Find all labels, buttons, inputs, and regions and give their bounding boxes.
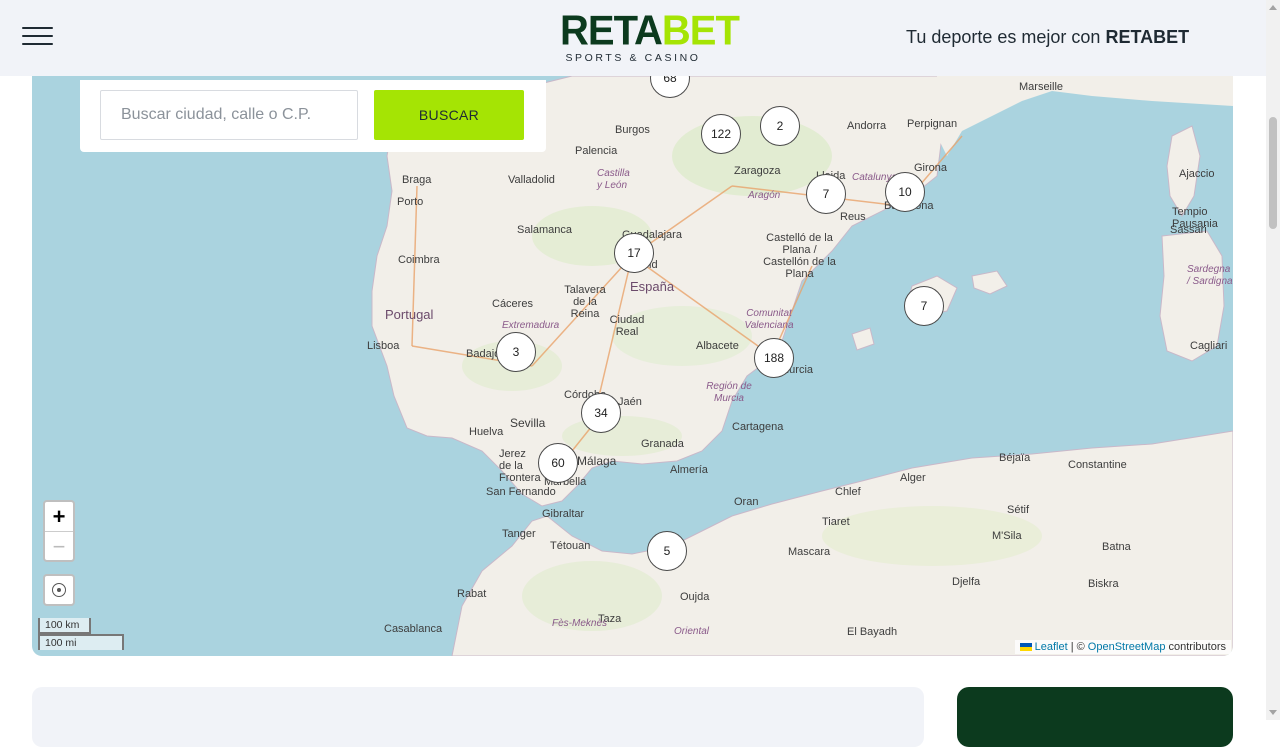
header-tagline: Tu deporte es mejor con RETABET [906,27,1189,48]
tagline-prefix: Tu deporte es mejor con [906,27,1101,47]
search-panel: BUSCAR [80,80,546,152]
cluster-marker[interactable]: 7 [806,174,846,214]
scroll-thumb[interactable] [1269,117,1277,229]
site-header: RETABET SPORTS & CASINO Tu deporte es me… [0,0,1266,76]
scroll-up-icon[interactable] [1269,5,1277,10]
cluster-marker[interactable]: 17 [614,233,654,273]
cluster-marker[interactable]: 34 [581,393,621,433]
leaflet-link[interactable]: Leaflet [1035,641,1068,653]
ukraine-flag-icon [1019,643,1032,652]
cluster-marker[interactable]: 7 [904,286,944,326]
logo-wordmark: RETABET [560,7,740,55]
locate-me-icon [52,583,66,597]
shop-locator-map[interactable]: Marseille Burgos Andorra Perpignan Palen… [32,76,1233,656]
hamburger-menu-icon[interactable] [22,27,54,47]
map-base-layer [371,76,1233,656]
scroll-down-icon[interactable] [1269,710,1277,715]
cluster-marker[interactable]: 188 [754,338,794,378]
cluster-marker[interactable]: 122 [701,114,741,154]
cluster-marker[interactable]: 5 [647,531,687,571]
cluster-marker[interactable]: 3 [496,332,536,372]
osm-link[interactable]: OpenStreetMap [1088,641,1166,653]
zoom-in-button[interactable]: + [45,502,73,531]
map-attribution: Leaflet | © OpenStreetMap contributors [1014,640,1231,654]
locate-me-button[interactable] [43,574,75,606]
search-input[interactable] [100,90,358,140]
page-scrollbar[interactable] [1266,0,1280,720]
scale-mi: 100 mi [38,634,124,650]
attribution-contributors: contributors [1168,641,1226,653]
cluster-marker[interactable]: 60 [538,443,578,483]
attribution-separator: | © [1070,641,1085,653]
promo-card [957,687,1233,747]
zoom-control: + − [43,500,75,562]
cluster-marker[interactable]: 10 [885,172,925,212]
tagline-brand: RETABET [1105,27,1190,47]
cluster-marker[interactable]: 2 [760,106,800,146]
search-button[interactable]: BUSCAR [374,90,524,140]
retabet-logo[interactable]: RETABET SPORTS & CASINO [560,7,740,64]
zoom-out-button[interactable]: − [45,531,73,560]
shop-list-card [32,687,924,747]
scale-km: 100 km [38,618,91,634]
